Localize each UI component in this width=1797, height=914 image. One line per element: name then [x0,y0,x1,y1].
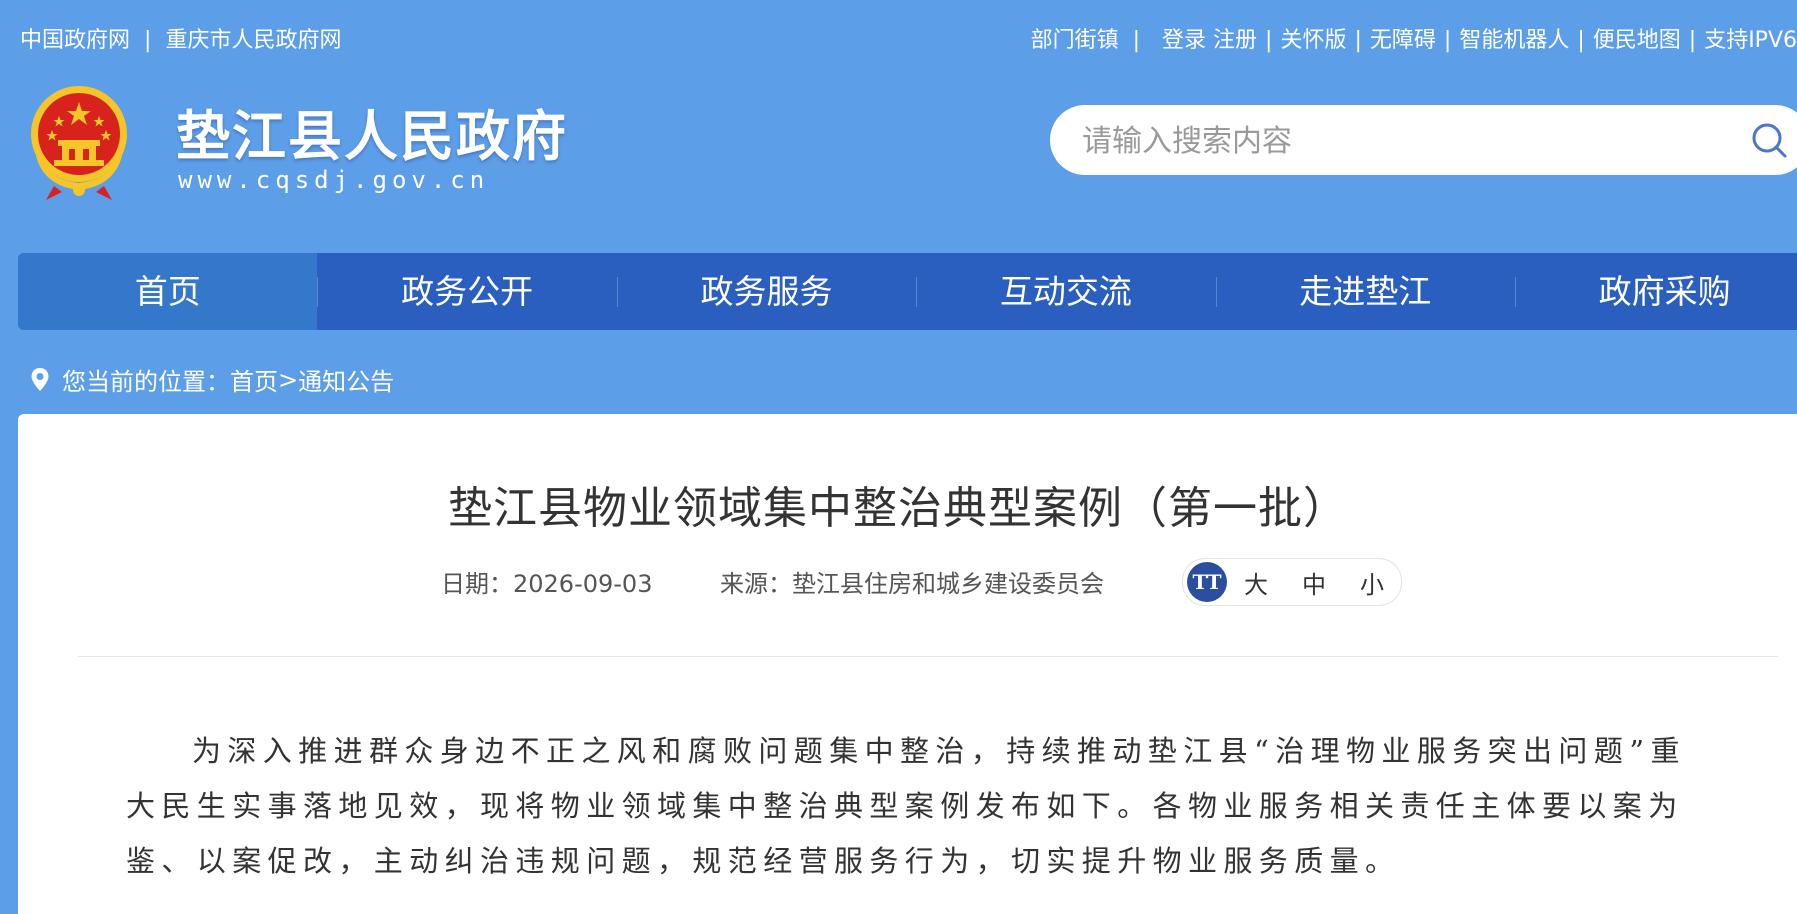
divider [78,656,1778,657]
article-date: 日期：2026-09-03 [441,570,653,598]
font-size-large[interactable]: 大 [1227,565,1285,600]
separator: | [1354,28,1362,53]
site-url: www.cqsdj.gov.cn [178,166,490,194]
nav-item-home[interactable]: 首页 [18,253,318,330]
search-input[interactable] [1080,121,1724,161]
nav-item-interaction[interactable]: 互动交流 [916,253,1215,330]
separator: | [1688,28,1697,53]
site-title[interactable]: 垫江县人民政府 [176,92,568,171]
separator: | [144,28,152,53]
top-right-links: 部门街镇 | 登录 注册 | 关怀版 | 无障碍 | 智能机器人 | 便民地图 | 支持IPV6 [1031,22,1797,54]
top-links-bar: 中国政府网 | 重庆市人民政府网 部门街镇 | 登录 注册 | 关怀版 | 无障碍 | 智能机器人 |… [0,0,1797,76]
nav-item-government-affairs[interactable]: 政务公开 [317,253,616,330]
link-chongqing-gov[interactable]: 重庆市人民政府网 [165,28,341,53]
link-departments[interactable]: 部门街镇 [1031,28,1119,53]
article-paragraph: 为深入推进群众身边不正之风和腐败问题集中整治，持续推动垫江县“治理物业服务突出问… [126,734,1686,878]
main-nav: 首页 政务公开 政务服务 互动交流 走进垫江 政府采购 [18,253,1797,330]
link-care-version[interactable]: 关怀版 [1280,28,1346,53]
link-ipv6[interactable]: 支持IPV6 [1704,28,1797,53]
link-china-gov[interactable]: 中国政府网 [20,28,130,53]
breadcrumb: 您当前的位置： 首页 > 通知公告 [30,362,394,397]
article-source: 来源：垫江县住房和城乡建设委员会 [720,570,1104,598]
font-size-icon: TT [1187,562,1227,602]
separator: | [1132,28,1141,53]
font-size-switcher: TT 大 中 小 [1182,558,1402,606]
separator: | [1577,28,1585,53]
national-emblem-icon[interactable] [24,82,134,202]
breadcrumb-prefix: 您当前的位置： [62,368,230,396]
link-smart-robot[interactable]: 智能机器人 [1459,28,1569,53]
search-icon[interactable] [1750,121,1790,161]
breadcrumb-arrow: > [278,365,299,394]
nav-item-government-services[interactable]: 政务服务 [616,253,916,330]
link-accessibility[interactable]: 无障碍 [1370,28,1436,53]
breadcrumb-home[interactable]: 首页 [230,362,278,397]
nav-item-about-dianjiang[interactable]: 走进垫江 [1215,253,1515,330]
font-size-small[interactable]: 小 [1343,565,1401,600]
link-login-register[interactable]: 登录 注册 [1162,28,1257,53]
article-title: 垫江县物业领域集中整治典型案例（第一批） [448,483,1348,534]
link-convenience-map[interactable]: 便民地图 [1593,28,1681,53]
search-box [1050,105,1797,175]
top-left-links: 中国政府网 | 重庆市人民政府网 [20,22,341,54]
location-pin-icon [31,367,49,391]
breadcrumb-current[interactable]: 通知公告 [298,362,394,397]
article-card: 垫江县物业领域集中整治典型案例（第一批） 日期：2026-09-03 来源：垫江… [18,414,1797,914]
font-size-medium[interactable]: 中 [1285,565,1343,600]
nav-item-procurement[interactable]: 政府采购 [1514,253,1797,330]
separator: | [1443,28,1452,53]
separator: | [1265,28,1273,53]
